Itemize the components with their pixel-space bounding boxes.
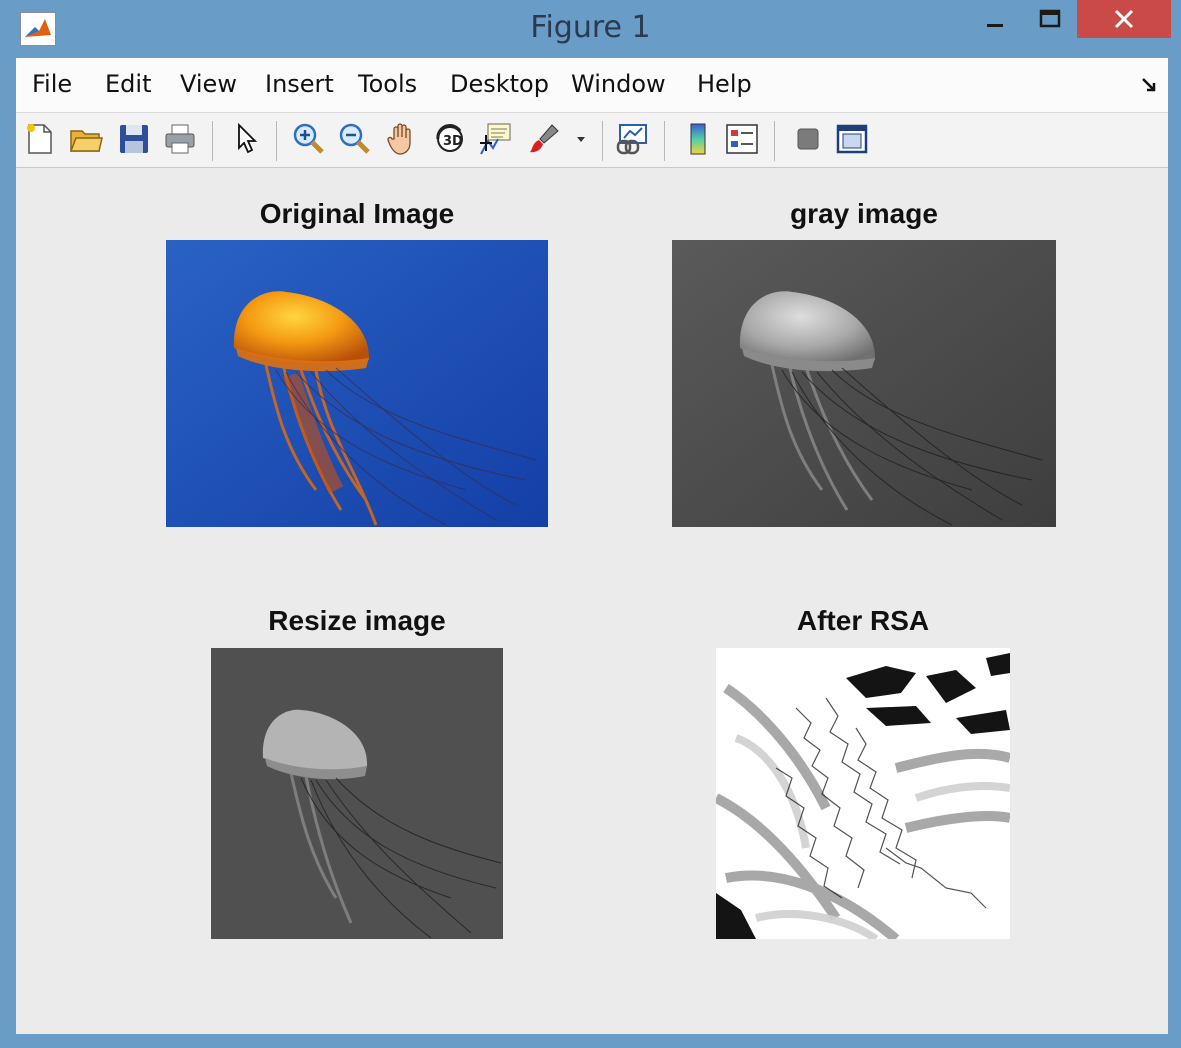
- rsa-image-axes[interactable]: [716, 648, 1010, 939]
- pan-hand-icon[interactable]: [384, 121, 420, 157]
- subplot-title-resize: Resize image: [268, 605, 446, 636]
- toolbar-separator: [276, 121, 277, 161]
- toolbar-separator: [664, 121, 665, 161]
- menu-edit[interactable]: Edit: [105, 70, 151, 98]
- brush-icon[interactable]: [526, 121, 562, 157]
- data-cursor-icon[interactable]: [478, 121, 514, 157]
- minimize-button[interactable]: [965, 0, 1025, 38]
- zoom-out-icon[interactable]: [336, 121, 372, 157]
- pointer-icon[interactable]: [228, 121, 264, 157]
- dock-figure-icon[interactable]: [1142, 78, 1156, 92]
- subplot-title-original: Original Image: [259, 198, 455, 229]
- menu-bar: File Edit View Insert Tools Desktop Wind…: [16, 58, 1168, 113]
- menu-desktop[interactable]: Desktop: [450, 70, 549, 98]
- figure-client-area: File Edit View Insert Tools Desktop Wind…: [16, 58, 1168, 1034]
- toolbar-separator: [774, 121, 775, 161]
- open-file-icon[interactable]: [68, 121, 104, 157]
- show-plot-tools-icon[interactable]: [834, 121, 870, 157]
- menu-file[interactable]: File: [32, 70, 72, 98]
- menu-view[interactable]: View: [180, 70, 237, 98]
- figure-canvas: Original Image gray image Resize image A…: [16, 168, 1168, 1034]
- resize-image-axes[interactable]: [211, 648, 503, 939]
- zoom-in-icon[interactable]: [290, 121, 326, 157]
- rotate-3d-icon[interactable]: 3D: [432, 121, 468, 157]
- colorbar-icon[interactable]: [680, 121, 716, 157]
- original-image-axes[interactable]: [166, 240, 548, 527]
- subplot-title-gray: gray image: [790, 198, 938, 229]
- save-icon[interactable]: [116, 121, 152, 157]
- toolbar-separator: [212, 121, 213, 161]
- menu-insert[interactable]: Insert: [265, 70, 334, 98]
- subplot-title-rsa: After RSA: [796, 605, 930, 636]
- hide-plot-tools-icon[interactable]: [790, 121, 826, 157]
- close-button[interactable]: [1077, 0, 1171, 38]
- title-bar: Figure 1: [0, 0, 1181, 58]
- svg-text:3D: 3D: [443, 134, 463, 149]
- menu-tools[interactable]: Tools: [358, 70, 417, 98]
- gray-image-axes[interactable]: [672, 240, 1056, 527]
- toolbar-separator: [602, 121, 603, 161]
- menu-help[interactable]: Help: [697, 70, 752, 98]
- figure-toolbar: 3D: [16, 113, 1168, 168]
- print-icon[interactable]: [162, 121, 198, 157]
- new-figure-icon[interactable]: [22, 121, 58, 157]
- maximize-button[interactable]: [1020, 0, 1080, 38]
- brush-dropdown-icon[interactable]: [574, 121, 588, 157]
- link-plot-icon[interactable]: [614, 121, 650, 157]
- legend-icon[interactable]: [724, 121, 760, 157]
- menu-window[interactable]: Window: [571, 70, 666, 98]
- figure-window: Figure 1 File Edit View Insert Tools Des…: [0, 0, 1181, 1048]
